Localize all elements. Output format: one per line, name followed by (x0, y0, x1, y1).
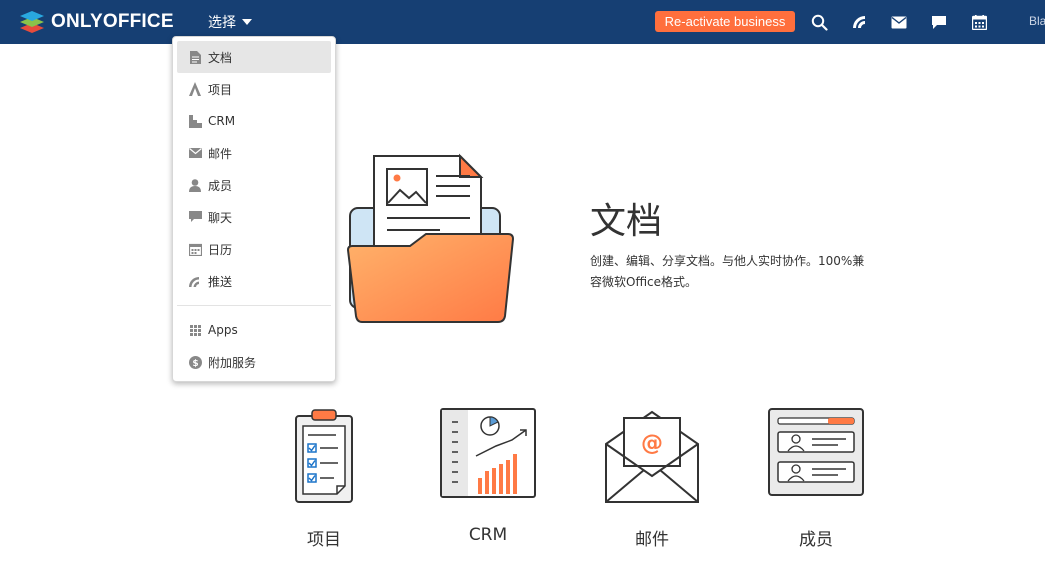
menu-item-crm[interactable]: CRM (177, 105, 331, 137)
module-mail-label: 邮件 (635, 530, 669, 550)
chat-icon (188, 210, 202, 224)
menu-item-label: 成员 (208, 178, 233, 193)
crm-chart-icon (440, 408, 536, 498)
menu-item-calendar[interactable]: 日历 (177, 233, 331, 265)
reactivate-button[interactable]: Re-activate business (655, 11, 795, 32)
module-crm-label: CRM (468, 525, 508, 545)
module-projects-label: 项目 (307, 530, 341, 550)
module-projects[interactable]: 项目 (269, 408, 379, 550)
projects-icon (188, 82, 202, 96)
menu-item-label: 聊天 (208, 210, 233, 225)
module-people-label: 成员 (799, 530, 833, 550)
module-crm[interactable]: CRM (433, 408, 543, 545)
projects-clipboard-icon (295, 409, 353, 503)
hero-description: 创建、编辑、分享文档。与他人实时协作。100%兼 容微软Office格式。 (590, 251, 880, 293)
hero-title: 文档 (590, 201, 663, 242)
people-icon (188, 178, 202, 192)
module-dropdown-menu: 文档 项目 CRM 邮件 成员 聊天 日历 推送 Apps $ 附加服务 (172, 36, 336, 382)
dollar-icon: $ (188, 355, 202, 369)
menu-item-label: Apps (208, 323, 238, 337)
menu-item-projects[interactable]: 项目 (177, 73, 331, 105)
menu-item-mail[interactable]: 邮件 (177, 137, 331, 169)
documents-illustration (340, 150, 520, 328)
menu-item-addons[interactable]: $ 附加服务 (177, 346, 331, 378)
user-name[interactable]: Bla (1029, 14, 1045, 28)
menu-item-label: 附加服务 (208, 355, 257, 370)
menu-item-feed[interactable]: 推送 (177, 265, 331, 297)
menu-item-label: 文档 (208, 50, 233, 65)
menu-item-people[interactable]: 成员 (177, 169, 331, 201)
apps-icon (188, 323, 202, 337)
svg-text:@: @ (641, 431, 663, 456)
menu-item-apps[interactable]: Apps (177, 314, 331, 346)
module-mail[interactable]: @ 邮件 (597, 408, 707, 550)
logo-text: ONLYOFFICE (51, 11, 174, 32)
onlyoffice-logo[interactable]: ONLYOFFICE (19, 9, 174, 35)
menu-item-label: 日历 (208, 242, 233, 257)
people-cards-icon (768, 408, 864, 496)
mail-envelope-icon: @ (605, 410, 699, 503)
mail-icon (188, 146, 202, 160)
hero-description-line-2: 容微软Office格式。 (590, 275, 698, 289)
feed-icon (188, 274, 202, 288)
module-select-label: 选择 (208, 15, 236, 31)
mail-icon[interactable] (889, 12, 909, 32)
feed-icon[interactable] (849, 12, 869, 32)
menu-item-label: 邮件 (208, 146, 233, 161)
crm-icon (188, 114, 202, 128)
menu-item-documents[interactable]: 文档 (177, 41, 331, 73)
svg-text:$: $ (192, 359, 198, 369)
menu-item-label: CRM (208, 114, 236, 128)
module-select-button[interactable]: 选择 (208, 12, 252, 32)
menu-divider (177, 305, 331, 306)
hero-description-line-1: 创建、编辑、分享文档。与他人实时协作。100%兼 (590, 254, 865, 268)
calendar-icon[interactable] (969, 12, 989, 32)
top-bar: ONLYOFFICE 选择 Re-activate business Bla (0, 0, 1045, 44)
menu-item-label: 推送 (208, 274, 233, 289)
chat-icon[interactable] (929, 12, 949, 32)
caret-down-icon (242, 19, 252, 25)
search-icon[interactable] (809, 12, 829, 32)
calendar-icon (188, 242, 202, 256)
menu-item-chat[interactable]: 聊天 (177, 201, 331, 233)
menu-item-label: 项目 (208, 82, 233, 97)
document-icon (188, 50, 202, 64)
module-people[interactable]: 成员 (761, 408, 871, 550)
logo-icon (20, 11, 44, 33)
